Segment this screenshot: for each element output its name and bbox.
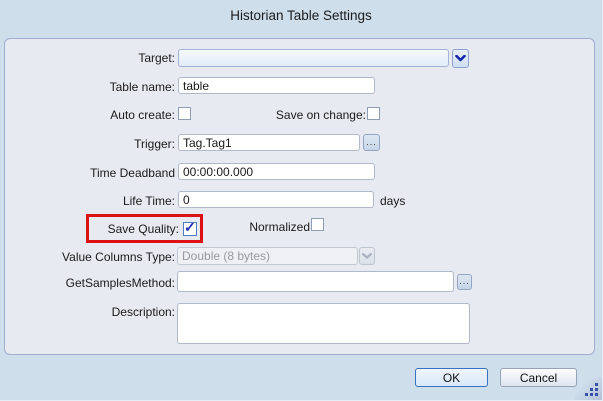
time-deadband-input[interactable] bbox=[178, 163, 375, 180]
save-quality-label: Save Quality: bbox=[108, 222, 179, 236]
get-samples-method-browse-button[interactable]: ... bbox=[457, 274, 472, 290]
description-textarea[interactable] bbox=[177, 303, 470, 344]
value-columns-type-combobox: Double (8 bytes) bbox=[177, 247, 358, 265]
ellipsis-icon: ... bbox=[366, 137, 377, 147]
dialog-title: Historian Table Settings bbox=[0, 8, 602, 23]
trigger-browse-button[interactable]: ... bbox=[363, 134, 380, 151]
get-samples-method-input[interactable] bbox=[177, 271, 454, 292]
life-time-unit-label: days bbox=[380, 194, 405, 208]
table-name-input[interactable] bbox=[178, 77, 375, 94]
auto-create-checkbox[interactable] bbox=[178, 107, 191, 120]
chevron-down-icon bbox=[455, 55, 466, 62]
normalized-checkbox[interactable] bbox=[311, 218, 324, 231]
normalized-label: Normalized bbox=[230, 220, 310, 235]
value-columns-type-label: Value Columns Type: bbox=[10, 250, 175, 265]
trigger-input[interactable] bbox=[178, 134, 360, 151]
table-name-label: Table name: bbox=[10, 80, 175, 95]
get-samples-method-label: GetSamplesMethod: bbox=[10, 276, 175, 291]
time-deadband-label: Time Deadband bbox=[10, 166, 175, 181]
target-combobox[interactable] bbox=[178, 49, 449, 67]
cancel-button[interactable]: Cancel bbox=[500, 368, 577, 387]
life-time-input[interactable] bbox=[178, 191, 374, 208]
save-quality-highlight-box: Save Quality: ✓ bbox=[86, 214, 203, 243]
value-columns-type-dropdown-button bbox=[359, 247, 375, 265]
chevron-down-icon-disabled bbox=[362, 253, 372, 259]
resize-grip-icon[interactable] bbox=[575, 377, 602, 400]
description-label: Description: bbox=[10, 305, 175, 320]
historian-table-settings-dialog: { "dialog": { "title": "Historian Table … bbox=[0, 0, 603, 401]
target-dropdown-button[interactable] bbox=[452, 49, 469, 68]
save-on-change-checkbox[interactable] bbox=[367, 107, 380, 120]
save-on-change-label: Save on change: bbox=[250, 108, 366, 123]
trigger-label: Trigger: bbox=[10, 137, 175, 152]
target-label: Target: bbox=[10, 51, 175, 66]
checkmark-icon: ✓ bbox=[184, 220, 196, 234]
save-quality-checkbox[interactable]: ✓ bbox=[183, 222, 197, 236]
life-time-label: Life Time: bbox=[10, 194, 175, 209]
auto-create-label: Auto create: bbox=[10, 108, 175, 123]
ok-button[interactable]: OK bbox=[415, 368, 488, 387]
ellipsis-icon: ... bbox=[459, 276, 470, 286]
